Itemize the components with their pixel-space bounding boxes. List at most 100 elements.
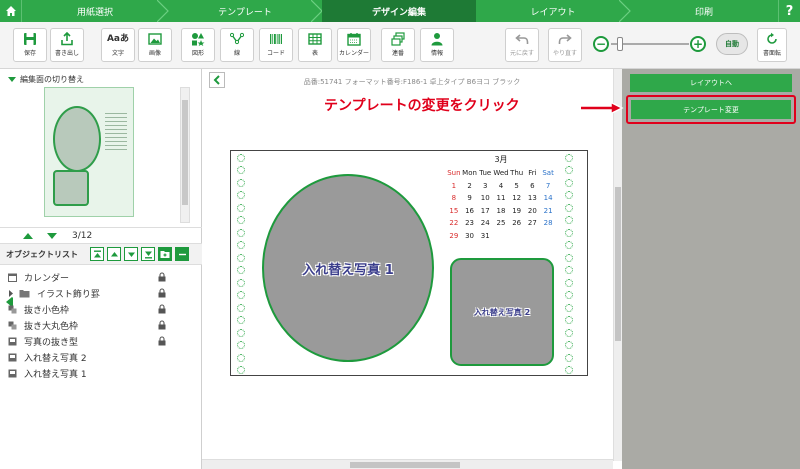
image-icon — [148, 33, 162, 45]
calendar-day: 27 — [527, 219, 537, 228]
calendar-day: 13 — [527, 194, 537, 203]
object-item-small-frame[interactable]: 抜き小色枠 — [0, 301, 202, 317]
calendar-day: 5 — [514, 181, 519, 190]
thumbnail-scrollbar-thumb[interactable] — [182, 100, 188, 205]
lock-icon[interactable] — [158, 320, 166, 330]
step-print[interactable]: 印刷 — [630, 0, 778, 22]
move-down-icon — [127, 252, 135, 257]
object-item-label: イラスト飾り罫 — [37, 289, 100, 300]
move-to-bottom-button[interactable] — [141, 247, 155, 261]
calendar-card[interactable]: 入れ替え写真 1 入れ替え写真 2 3月 Sun Mon Tue Wed Thu… — [230, 150, 588, 376]
calendar-day: 7 — [545, 181, 551, 190]
lock-icon[interactable] — [158, 336, 166, 346]
image-tool-button[interactable]: 画像 — [138, 28, 172, 62]
object-item-illustration-border[interactable]: イラスト飾り罫 — [0, 285, 202, 301]
remove-button[interactable] — [175, 247, 189, 261]
calendar-day — [540, 230, 556, 243]
replace-photo-1[interactable]: 入れ替え写真 1 — [262, 174, 434, 362]
thumbnail-scrollbar[interactable] — [180, 87, 190, 223]
object-item-replace-photo-1[interactable]: 入れ替え写真 1 — [0, 365, 202, 381]
expand-arrow-icon[interactable] — [8, 289, 14, 298]
step-design-edit[interactable]: デザイン編集 — [322, 0, 476, 22]
thumbnail-photo-2 — [53, 170, 89, 206]
auto-zoom-button[interactable]: 自動 — [716, 33, 748, 55]
home-button[interactable] — [0, 0, 22, 22]
zoom-out-button[interactable]: − — [593, 36, 609, 52]
help-button[interactable]: ? — [778, 0, 800, 22]
calendar-day: 1 — [451, 181, 457, 190]
move-to-top-button[interactable] — [90, 247, 104, 261]
minus-icon — [178, 253, 186, 255]
object-item-replace-photo-2[interactable]: 入れ替え写真 2 — [0, 349, 202, 365]
calendar-day: 9 — [467, 194, 472, 203]
redo-button[interactable]: やり直す — [548, 28, 582, 62]
calendar-grid[interactable]: 3月 Sun Mon Tue Wed Thu Fri Sat 1 2 3 4 5 — [446, 154, 556, 242]
object-item-label: 写真の抜き型 — [24, 337, 79, 348]
object-item-photo-mask[interactable]: 写真の抜き型 — [0, 333, 202, 349]
go-to-layout-button[interactable]: レイアウトへ — [630, 74, 792, 92]
object-item-calendar[interactable]: カレンダー — [0, 269, 202, 285]
step-paper-select[interactable]: 用紙選択 — [22, 0, 169, 22]
replace-photo-2[interactable]: 入れ替え写真 2 — [450, 258, 554, 366]
tool-label: 情報 — [430, 50, 443, 57]
left-panel: 編集面の切り替え 3/12 オブジェクトリスト カレンダー イラスト飾り罫 抜き… — [0, 69, 635, 469]
page-indicator: 3/12 — [72, 230, 93, 241]
calendar-icon — [347, 33, 361, 46]
product-info-text: 品番:51741 フォーマット番号:F186-1 卓上タイプ B6ヨコ ブラック — [303, 78, 521, 86]
serial-number-tool-button[interactable]: 連番 — [381, 28, 415, 62]
collapse-triangle-icon — [8, 77, 16, 82]
change-template-highlight: テンプレート変更 — [626, 95, 796, 124]
weekday-header: Tue — [479, 169, 492, 178]
add-folder-button[interactable] — [158, 247, 172, 261]
tool-label: 図形 — [191, 50, 204, 57]
lock-icon[interactable] — [158, 272, 166, 282]
text-tool-button[interactable]: Aaあ 文字 — [101, 28, 135, 62]
canvas-vertical-scrollbar[interactable] — [613, 69, 622, 461]
shapes-icon — [192, 33, 205, 46]
weekday-header: Wed — [493, 169, 509, 178]
object-list: カレンダー イラスト飾り罫 抜き小色枠 抜き大丸色枠 写真の抜き型 入れ替え写真… — [0, 269, 202, 381]
scroll-up-arrow-icon[interactable] — [23, 232, 33, 239]
step-template[interactable]: テンプレート — [168, 0, 323, 22]
folder-icon — [19, 289, 30, 297]
canvas-horizontal-scrollbar[interactable] — [202, 459, 613, 469]
tool-label: 元に戻す — [509, 50, 534, 57]
page-thumbnail[interactable] — [44, 87, 134, 217]
object-item-label: 入れ替え写真 2 — [24, 353, 87, 364]
info-tool-button[interactable]: 情報 — [420, 28, 454, 62]
save-icon — [24, 33, 36, 45]
calendar-tool-button[interactable]: カレンダー — [337, 28, 371, 62]
table-icon — [308, 33, 322, 45]
line-icon — [230, 32, 244, 45]
lock-icon[interactable] — [158, 304, 166, 314]
code-tool-button[interactable]: コード — [259, 28, 293, 62]
image-icon — [8, 353, 17, 361]
step-label: デザイン編集 — [371, 7, 426, 18]
object-item-large-round-frame[interactable]: 抜き大丸色枠 — [0, 317, 202, 333]
zoom-slider-thumb[interactable] — [617, 37, 623, 51]
scroll-down-arrow-icon[interactable] — [47, 232, 57, 239]
right-panel: レイアウトへ テンプレート変更 — [622, 69, 800, 469]
step-layout[interactable]: レイアウト — [476, 0, 631, 22]
change-template-button[interactable]: テンプレート変更 — [631, 100, 791, 119]
calendar-day: 30 — [465, 231, 475, 240]
line-tool-button[interactable]: 線 — [220, 28, 254, 62]
move-up-button[interactable] — [107, 247, 121, 261]
step-navigation-bar: 用紙選択 テンプレート デザイン編集 レイアウト 印刷 ? — [0, 0, 800, 22]
shapes-tool-button[interactable]: 図形 — [181, 28, 215, 62]
export-button[interactable]: 書き出し — [50, 28, 84, 62]
thumbnail-photo-1 — [53, 106, 101, 172]
save-button[interactable]: 保存 — [13, 28, 47, 62]
calendar-day: 3 — [483, 181, 488, 190]
canvas-horizontal-scrollbar-thumb[interactable] — [350, 462, 460, 468]
toolbar: 保存 書き出し Aaあ 文字 画像 図形 線 コード 表 カレンダー 連番 情報 — [0, 22, 800, 69]
rotate-button[interactable]: 書面転 — [757, 28, 787, 62]
page-switch-header[interactable]: 編集面の切り替え — [8, 74, 84, 85]
zoom-in-button[interactable]: + — [690, 36, 706, 52]
undo-button[interactable]: 元に戻す — [505, 28, 539, 62]
barcode-icon — [270, 34, 282, 44]
move-down-button[interactable] — [124, 247, 138, 261]
lock-icon[interactable] — [158, 288, 166, 298]
canvas-vertical-scrollbar-thumb[interactable] — [615, 187, 621, 341]
table-tool-button[interactable]: 表 — [298, 28, 332, 62]
